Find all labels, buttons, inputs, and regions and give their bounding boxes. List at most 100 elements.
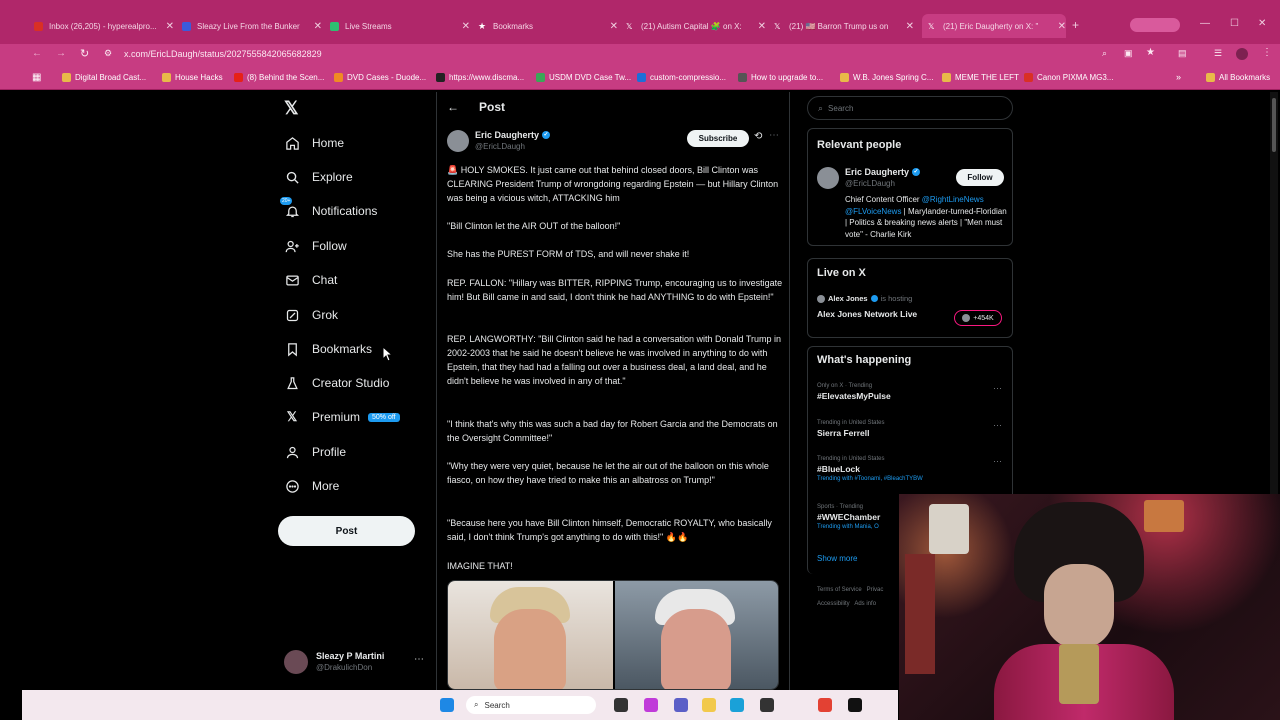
nav-creator-studio[interactable]: Creator Studio: [284, 371, 389, 395]
more-horizontal-icon[interactable]: ⋯: [993, 383, 1002, 394]
more-horizontal-icon[interactable]: ⋯: [993, 420, 1002, 431]
extensions-icon[interactable]: ☰: [1214, 48, 1222, 59]
bookmark-item[interactable]: Canon PIXMA MG3...: [1024, 73, 1113, 82]
windows-taskbar: ⌕ Search: [22, 690, 898, 720]
windows-start-icon[interactable]: [440, 698, 454, 712]
zoom-icon[interactable]: ⌕: [1102, 48, 1107, 59]
copilot-icon[interactable]: [644, 698, 658, 712]
nav-explore[interactable]: Explore: [284, 165, 353, 189]
chrome-icon[interactable]: [818, 698, 832, 712]
footer-links[interactable]: Terms of Service Privac: [817, 587, 883, 593]
browser-tab[interactable]: Inbox (26,205) - hyperealpro... ✕: [34, 14, 174, 38]
bookmark-item[interactable]: How to upgrade to...: [738, 73, 823, 82]
close-icon[interactable]: ✕: [1058, 21, 1066, 32]
author-name[interactable]: Eric Daugherty ✓: [475, 130, 551, 140]
show-more-link[interactable]: Show more: [817, 554, 857, 563]
nav-more[interactable]: More: [284, 474, 339, 498]
bookmark-star-icon[interactable]: ★: [1146, 47, 1155, 58]
bookmark-item[interactable]: DVD Cases - Duode...: [334, 73, 426, 82]
store-icon[interactable]: [760, 698, 774, 712]
nav-bookmarks[interactable]: Bookmarks: [284, 337, 372, 361]
x-logo-icon[interactable]: 𝕏: [284, 98, 299, 119]
close-icon[interactable]: ✕: [166, 21, 174, 32]
browser-tab[interactable]: 𝕏 (21) 🇺🇸 Barron Trump us on ✕: [774, 14, 914, 38]
live-title[interactable]: Alex Jones Network Live: [817, 309, 917, 319]
bookmark-item[interactable]: https://www.discma...: [436, 73, 524, 82]
profile-pill[interactable]: [1130, 18, 1180, 32]
author-handle: @EricLDaugh: [475, 142, 525, 151]
maximize-icon[interactable]: ☐: [1230, 18, 1239, 29]
all-bookmarks[interactable]: All Bookmarks: [1206, 73, 1270, 82]
nav-grok[interactable]: Grok: [284, 303, 338, 327]
teams-icon[interactable]: [674, 698, 688, 712]
file-explorer-icon[interactable]: [702, 698, 716, 712]
nav-home[interactable]: Home: [284, 131, 344, 155]
verified-badge-icon: ✓: [542, 131, 551, 139]
nav-profile[interactable]: Profile: [284, 440, 346, 464]
close-icon[interactable]: ✕: [610, 21, 618, 32]
avatar[interactable]: [817, 167, 839, 189]
bookmark-item[interactable]: MEME THE LEFT: [942, 73, 1019, 82]
browser-tab[interactable]: 𝕏 (21) Autism Capital 🧩 on X: ✕: [626, 14, 766, 38]
minimize-icon[interactable]: —: [1200, 18, 1210, 29]
url-field[interactable]: x.com/EricLDaugh/status/2027555842065682…: [124, 49, 322, 59]
nav-notifications[interactable]: 20+ Notifications: [280, 197, 377, 223]
forward-icon[interactable]: →: [56, 48, 66, 59]
search-input[interactable]: ⌕ Search: [807, 96, 1013, 120]
account-switcher[interactable]: Sleazy P Martini @DrakulichDon ⋯: [284, 650, 424, 678]
install-icon[interactable]: ▣: [1124, 48, 1133, 59]
footer-links[interactable]: Accessibility Ads info: [817, 601, 876, 607]
live-listeners-badge[interactable]: +454K: [954, 310, 1002, 326]
close-icon[interactable]: ✕: [758, 21, 766, 32]
follow-button[interactable]: Follow: [956, 169, 1004, 186]
more-horizontal-icon[interactable]: ⋯: [769, 130, 779, 141]
bookmark-item[interactable]: USDM DVD Case Tw...: [536, 73, 631, 82]
close-icon[interactable]: ✕: [462, 21, 470, 32]
back-icon[interactable]: ←: [32, 48, 42, 59]
browser-tab-active[interactable]: 𝕏 (21) Eric Daugherty on X: " ✕: [922, 14, 1066, 38]
task-view-icon[interactable]: [614, 698, 628, 712]
more-bookmarks-icon[interactable]: »: [1176, 72, 1181, 82]
edge-icon[interactable]: [730, 698, 744, 712]
scrollbar-thumb[interactable]: [1272, 98, 1276, 152]
trend-item[interactable]: Trending in United States Sierra Ferrell…: [817, 420, 1007, 438]
obs-icon[interactable]: [848, 698, 862, 712]
back-arrow-icon[interactable]: ←: [447, 100, 459, 114]
nav-follow[interactable]: Follow: [284, 234, 347, 258]
sidepanel-icon[interactable]: ▤: [1178, 48, 1187, 59]
close-icon[interactable]: ✕: [906, 21, 914, 32]
person-name[interactable]: Eric Daugherty ✓: [845, 167, 921, 177]
live-host[interactable]: Alex Jones is hosting: [817, 294, 912, 303]
close-icon[interactable]: ✕: [314, 21, 322, 32]
site-info-icon[interactable]: ⚙: [104, 48, 112, 59]
bookmark-item[interactable]: custom-compressio...: [637, 73, 726, 82]
apps-grid-icon[interactable]: ▦: [32, 72, 41, 83]
post-button[interactable]: Post: [278, 516, 415, 546]
bio-link[interactable]: @RightLineNews: [922, 195, 984, 204]
taskbar-search[interactable]: ⌕ Search: [466, 696, 596, 714]
bookmark-item[interactable]: Digital Broad Cast...: [62, 73, 146, 82]
bookmark-item[interactable]: House Hacks: [162, 73, 223, 82]
menu-icon[interactable]: ⋮: [1262, 47, 1272, 58]
window-close-icon[interactable]: ✕: [1258, 18, 1266, 29]
more-horizontal-icon[interactable]: ⋯: [414, 654, 424, 665]
grok-icon[interactable]: ⟲: [754, 131, 762, 142]
bookmark-item[interactable]: W.B. Jones Spring C...: [840, 73, 933, 82]
author-avatar[interactable]: [447, 130, 469, 152]
profile-avatar[interactable]: [1236, 48, 1248, 60]
nav-premium[interactable]: 𝕏 Premium 50% off: [284, 405, 400, 429]
reload-icon[interactable]: ↻: [80, 47, 89, 60]
more-horizontal-icon[interactable]: ⋯: [993, 456, 1002, 467]
trend-item[interactable]: Trending in United States #BlueLock Tren…: [817, 456, 1007, 482]
post-media[interactable]: [447, 580, 779, 690]
trend-item[interactable]: Only on X · Trending #ElevatesMyPulse ⋯: [817, 383, 1007, 401]
subscribe-button[interactable]: Subscribe: [687, 130, 749, 147]
bio-link[interactable]: @FLVoiceNews: [845, 207, 901, 216]
browser-tab[interactable]: Live Streams ✕: [330, 14, 470, 38]
new-tab-button[interactable]: +: [1072, 18, 1079, 32]
nav-chat[interactable]: Chat: [284, 268, 337, 292]
browser-tab[interactable]: Sleazy Live From the Bunker ✕: [182, 14, 322, 38]
person-face: [1044, 564, 1114, 649]
browser-tab[interactable]: ★ Bookmarks ✕: [478, 14, 618, 38]
bookmark-item[interactable]: (8) Behind the Scen...: [234, 73, 324, 82]
